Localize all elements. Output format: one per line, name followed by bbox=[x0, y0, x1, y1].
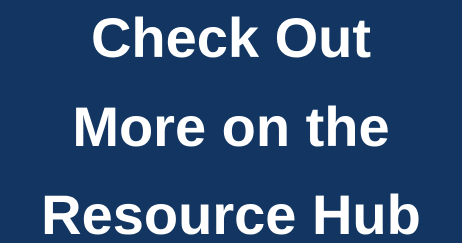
banner-line-1: Check Out bbox=[90, 6, 372, 69]
banner-line-3: Resource Hub bbox=[41, 183, 421, 243]
banner-line-2: More on the bbox=[72, 95, 390, 158]
resource-hub-banner[interactable]: Check Out More on the Resource Hub bbox=[0, 0, 462, 243]
